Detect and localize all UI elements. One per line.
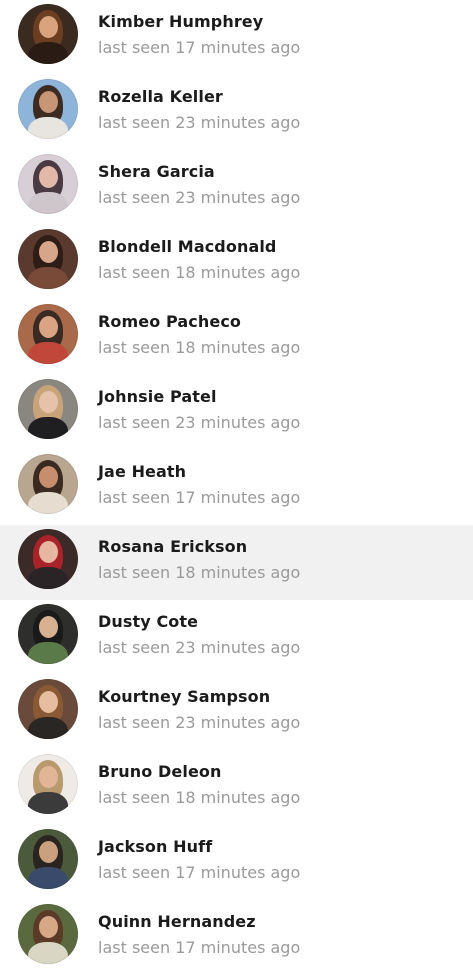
contact-name: Dusty Cote: [98, 612, 199, 631]
contact-row[interactable]: Bruno Deleon last seen 18 minutes ago: [0, 750, 473, 825]
contact-row[interactable]: Dusty Cote last seen 23 minutes ago: [0, 600, 473, 675]
avatar-hair-shape: [33, 610, 63, 650]
last-seen-status: last seen 23 minutes ago: [98, 113, 301, 132]
avatar-body-shape: [28, 567, 68, 589]
contact-name: Jae Heath: [98, 462, 187, 481]
avatar[interactable]: [18, 829, 78, 889]
avatar[interactable]: [18, 454, 78, 514]
avatar[interactable]: [18, 154, 78, 214]
avatar[interactable]: [18, 604, 78, 664]
contact-row[interactable]: Johnsie Patel last seen 23 minutes ago: [0, 375, 473, 450]
contact-name: Quinn Hernandez: [98, 912, 256, 931]
avatar-body-shape: [28, 717, 68, 739]
last-seen-status: last seen 18 minutes ago: [98, 563, 301, 582]
avatar-body-shape: [28, 417, 68, 439]
contact-name: Rozella Keller: [98, 87, 223, 106]
avatar[interactable]: [18, 904, 78, 964]
contact-row[interactable]: Shera Garcia last seen 23 minutes ago: [0, 150, 473, 225]
avatar-face-shape: [39, 166, 58, 188]
contact-name: Kourtney Sampson: [98, 687, 271, 706]
contact-name: Jackson Huff: [98, 837, 213, 856]
last-seen-status: last seen 17 minutes ago: [98, 38, 301, 57]
last-seen-status: last seen 18 minutes ago: [98, 338, 301, 357]
avatar[interactable]: [18, 4, 78, 64]
contact-row[interactable]: Romeo Pacheco last seen 18 minutes ago: [0, 300, 473, 375]
last-seen-status: last seen 17 minutes ago: [98, 938, 301, 957]
avatar[interactable]: [18, 754, 78, 814]
avatar-body-shape: [28, 117, 68, 139]
avatar-face-shape: [39, 841, 58, 863]
last-seen-status: last seen 23 minutes ago: [98, 638, 301, 657]
avatar[interactable]: [18, 229, 78, 289]
avatar-body-shape: [28, 642, 68, 664]
avatar-face-shape: [39, 316, 58, 338]
last-seen-status: last seen 23 minutes ago: [98, 188, 301, 207]
avatar-hair-shape: [33, 10, 63, 50]
contact-row[interactable]: Blondell Macdonald last seen 18 minutes a…: [0, 225, 473, 300]
avatar[interactable]: [18, 679, 78, 739]
contact-row[interactable]: Rosana Erickson last seen 18 minutes ago: [0, 525, 473, 600]
avatar-body-shape: [28, 42, 68, 64]
avatar-hair-shape: [33, 160, 63, 200]
avatar-body-shape: [28, 267, 68, 289]
avatar-hair-shape: [33, 835, 63, 875]
contact-name: Rosana Erickson: [98, 537, 248, 556]
avatar-face-shape: [39, 616, 58, 638]
contact-row[interactable]: Jackson Huff last seen 17 minutes ago: [0, 825, 473, 900]
last-seen-status: last seen 18 minutes ago: [98, 263, 301, 282]
contact-name: Bruno Deleon: [98, 762, 222, 781]
last-seen-status: last seen 17 minutes ago: [98, 863, 301, 882]
avatar-face-shape: [39, 541, 58, 563]
avatar-face-shape: [39, 466, 58, 488]
avatar-face-shape: [39, 391, 58, 413]
avatar-hair-shape: [33, 385, 63, 425]
avatar-hair-shape: [33, 685, 63, 725]
avatar-body-shape: [28, 867, 68, 889]
avatar-face-shape: [39, 916, 58, 938]
avatar-face-shape: [39, 766, 58, 788]
contact-name: Shera Garcia: [98, 162, 215, 181]
contact-row[interactable]: Rozella Keller last seen 23 minutes ago: [0, 75, 473, 150]
avatar-body-shape: [28, 492, 68, 514]
avatar-body-shape: [28, 792, 68, 814]
avatar-face-shape: [39, 691, 58, 713]
last-seen-status: last seen 23 minutes ago: [98, 713, 301, 732]
avatar-body-shape: [28, 942, 68, 964]
avatar-hair-shape: [33, 910, 63, 950]
contact-name: Kimber Humphrey: [98, 12, 264, 31]
last-seen-status: last seen 17 minutes ago: [98, 488, 301, 507]
avatar[interactable]: [18, 304, 78, 364]
avatar[interactable]: [18, 79, 78, 139]
avatar-body-shape: [28, 342, 68, 364]
avatar-body-shape: [28, 192, 68, 214]
contact-name: Johnsie Patel: [98, 387, 217, 406]
contact-row[interactable]: Jae Heath last seen 17 minutes ago: [0, 450, 473, 525]
avatar-hair-shape: [33, 535, 63, 575]
contact-row[interactable]: Kourtney Sampson last seen 23 minutes ago: [0, 675, 473, 750]
contact-list: Kimber Humphrey last seen 17 minutes ago R…: [0, 0, 473, 975]
contact-row[interactable]: Kimber Humphrey last seen 17 minutes ago: [0, 0, 473, 75]
last-seen-status: last seen 23 minutes ago: [98, 413, 301, 432]
avatar[interactable]: [18, 529, 78, 589]
avatar-hair-shape: [33, 85, 63, 125]
contact-name: Blondell Macdonald: [98, 237, 277, 256]
avatar-face-shape: [39, 16, 58, 38]
contact-name: Romeo Pacheco: [98, 312, 241, 331]
last-seen-status: last seen 18 minutes ago: [98, 788, 301, 807]
avatar[interactable]: [18, 379, 78, 439]
avatar-hair-shape: [33, 235, 63, 275]
avatar-face-shape: [39, 91, 58, 113]
avatar-hair-shape: [33, 460, 63, 500]
contact-row[interactable]: Quinn Hernandez last seen 17 minutes ago: [0, 900, 473, 975]
avatar-hair-shape: [33, 760, 63, 800]
avatar-hair-shape: [33, 310, 63, 350]
avatar-face-shape: [39, 241, 58, 263]
